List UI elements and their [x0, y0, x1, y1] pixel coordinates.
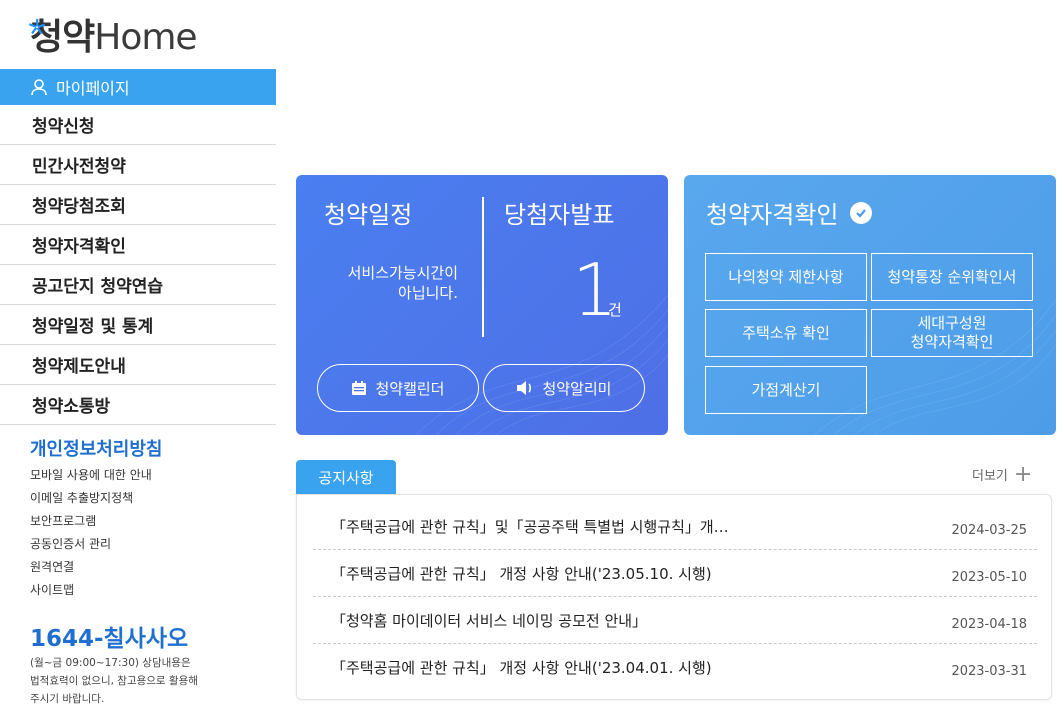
qualification-title: 청약자격확인	[706, 195, 873, 230]
notice-list: 「주택공급에 관한 규칙」및「공공주택 특별법 시행규칙」개… 2024-03-…	[313, 503, 1037, 691]
sidebar: 청약Home 마이페이지 청약신청 민간사전청약 청약당첨조회 청약자격확인 공…	[0, 0, 276, 710]
announcement-title[interactable]: 당첨자발표	[504, 195, 614, 230]
household-line-1: 세대구성원	[917, 314, 987, 332]
link-remote[interactable]: 원격연결	[30, 556, 152, 579]
service-status-line: 서비스가능시간이	[347, 264, 458, 282]
nav-item-pre-subscription[interactable]: 민간사전청약	[0, 145, 276, 185]
more-button[interactable]: 더보기 +	[972, 461, 1033, 487]
household-qualification-button[interactable]: 세대구성원 청약자격확인	[871, 309, 1033, 357]
nav-item-winner-lookup[interactable]: 청약당첨조회	[0, 185, 276, 225]
schedule-card: 청약일정 당첨자발표 서비스가능시간이 아닙니다. 1 건 청약캘린더 청약알리…	[296, 175, 668, 435]
mypage-label: 마이페이지	[56, 79, 130, 98]
qualification-title-text: 청약자격확인	[706, 201, 839, 229]
footer-links: 모바일 사용에 대한 안내 이메일 추출방지정책 보안프로그램 공동인증서 관리…	[30, 464, 152, 602]
notice-title: 「청약홈 마이데이터 서비스 네이밍 공모전 안내」	[331, 611, 648, 630]
card-divider	[482, 197, 484, 337]
plus-icon: +	[1013, 461, 1033, 487]
qualification-card: 청약자격확인 나의청약 제한사항 청약통장 순위확인서 주택소유 확인 세대구성…	[684, 175, 1056, 435]
nav-item-apply[interactable]: 청약신청	[0, 105, 276, 145]
link-email-policy[interactable]: 이메일 추출방지정책	[30, 487, 152, 510]
restriction-button[interactable]: 나의청약 제한사항	[705, 253, 867, 301]
support-phone: 1644-칠사사오	[30, 626, 189, 652]
notice-tab[interactable]: 공지사항	[296, 460, 396, 494]
support-note-line: 법적효력이 없으니, 참고용으로 활용해	[30, 675, 198, 687]
household-line-2: 청약자격확인	[910, 333, 994, 351]
calendar-button[interactable]: 청약캘린더	[317, 364, 479, 412]
check-circle-icon	[850, 201, 873, 224]
account-rank-button[interactable]: 청약통장 순위확인서	[871, 253, 1033, 301]
announcement-count-unit: 건	[608, 301, 622, 319]
link-mobile-guide[interactable]: 모바일 사용에 대한 안내	[30, 464, 152, 487]
speaker-icon	[517, 381, 532, 395]
notice-title: 「주택공급에 관한 규칙」및「공공주택 특별법 시행규칙」개…	[331, 517, 729, 536]
alarm-button[interactable]: 청약알리미	[483, 364, 645, 412]
notice-date: 2023-03-31	[951, 664, 1027, 679]
alarm-button-label: 청약알리미	[542, 379, 612, 398]
notice-date: 2024-03-25	[951, 522, 1027, 538]
announcement-count[interactable]: 1	[572, 245, 618, 335]
support-note: (월~금 09:00~17:30) 상담내용은 법적효력이 없으니, 참고용으로…	[30, 654, 250, 708]
link-security-program[interactable]: 보안프로그램	[30, 510, 152, 533]
star-icon	[29, 18, 46, 35]
calendar-button-label: 청약캘린더	[375, 379, 445, 398]
house-ownership-button[interactable]: 주택소유 확인	[705, 309, 867, 357]
service-status-line: 아닙니다.	[398, 284, 458, 302]
notice-item[interactable]: 「주택공급에 관한 규칙」 개정 사항 안내('23.04.01. 시행) 20…	[313, 644, 1037, 691]
notice-item[interactable]: 「주택공급에 관한 규칙」 개정 사항 안내('23.05.10. 시행) 20…	[313, 550, 1037, 597]
logo-text: 청약Home	[30, 16, 198, 60]
service-status-message: 서비스가능시간이 아닙니다.	[316, 263, 458, 303]
support-note-line: (월~금 09:00~17:30) 상담내용은	[30, 657, 191, 669]
nav-item-community[interactable]: 청약소통방	[0, 385, 276, 425]
support-note-line: 주시기 바랍니다.	[30, 693, 105, 705]
notice-date: 2023-05-10	[951, 569, 1027, 585]
notice-item[interactable]: 「청약홈 마이데이터 서비스 네이밍 공모전 안내」 2023-04-18	[313, 597, 1037, 644]
points-calculator-button[interactable]: 가점계산기	[705, 366, 867, 414]
nav-item-practice[interactable]: 공고단지 청약연습	[0, 265, 276, 305]
more-label: 더보기	[972, 469, 1008, 484]
schedule-title[interactable]: 청약일정	[324, 195, 412, 230]
privacy-policy-link[interactable]: 개인정보처리방침	[30, 435, 162, 461]
notice-date: 2023-04-18	[951, 616, 1027, 632]
mypage-button[interactable]: 마이페이지	[0, 69, 276, 105]
calendar-icon	[352, 381, 367, 395]
notice-panel: 「주택공급에 관한 규칙」및「공공주택 특별법 시행규칙」개… 2024-03-…	[296, 494, 1052, 700]
main-nav: 청약신청 민간사전청약 청약당첨조회 청약자격확인 공고단지 청약연습 청약일정…	[0, 105, 276, 425]
notice-title: 「주택공급에 관한 규칙」 개정 사항 안내('23.04.01. 시행)	[331, 659, 712, 677]
notice-item[interactable]: 「주택공급에 관한 규칙」및「공공주택 특별법 시행규칙」개… 2024-03-…	[313, 503, 1037, 550]
link-certificate[interactable]: 공동인증서 관리	[30, 533, 152, 556]
link-sitemap[interactable]: 사이트맵	[30, 579, 152, 602]
user-icon	[31, 79, 47, 96]
logo-eng: Home	[94, 17, 197, 58]
nav-item-qualification[interactable]: 청약자격확인	[0, 225, 276, 265]
nav-item-schedule-stats[interactable]: 청약일정 및 통계	[0, 305, 276, 345]
nav-item-system-guide[interactable]: 청약제도안내	[0, 345, 276, 385]
notice-title: 「주택공급에 관한 규칙」 개정 사항 안내('23.05.10. 시행)	[331, 564, 712, 583]
site-logo[interactable]: 청약Home	[29, 16, 198, 60]
